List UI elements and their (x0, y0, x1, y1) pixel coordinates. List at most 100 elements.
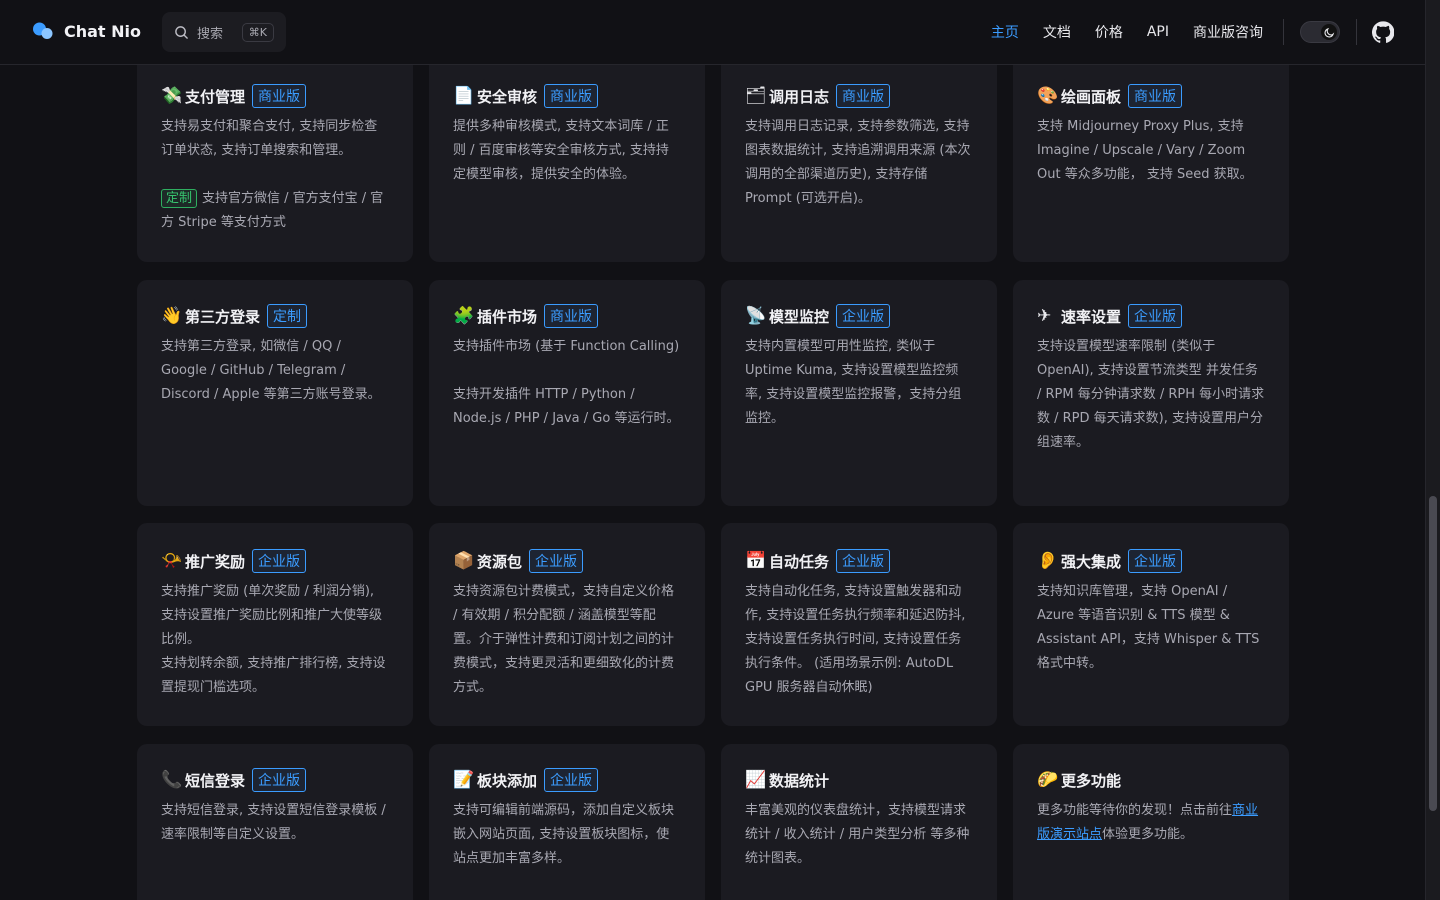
card-text: 支持自动化任务, 支持设置触发器和动作, 支持设置任务执行频率和延迟防抖, 支持… (745, 584, 966, 695)
card-description: 丰富美观的仪表盘统计，支持模型请求统计 / 收入统计 / 用户类型分析 等多种统… (745, 799, 973, 871)
chat-bubbles-icon (33, 22, 53, 39)
card-title: 模型监控 (769, 307, 830, 326)
card-title: 支付管理 (185, 87, 246, 106)
feature-card-moderation: 📄 安全审核 商业版 提供多种审核模式, 支持文本词库 / 正则 / 百度审核等… (429, 54, 705, 262)
theme-toggle[interactable] (1300, 21, 1340, 43)
card-description: 支持可编辑前端源码，添加自定义板块嵌入网站页面, 支持设置板块图标，使站点更加丰… (453, 799, 681, 871)
card-text: 支持调用日志记录, 支持参数筛选, 支持图表数据统计, 支持追溯调用来源 (本次… (745, 119, 971, 206)
search-box[interactable]: 搜索 ⌘K (162, 12, 286, 52)
taco-icon: 🌮 (1037, 770, 1059, 790)
waving-hand-icon: 👋 (161, 306, 183, 326)
ear-icon: 👂 (1037, 551, 1059, 571)
scrollbar-thumb[interactable] (1429, 496, 1437, 811)
edition-badge: 商业版 (1128, 84, 1183, 108)
feature-card-logs: 🗂 调用日志 商业版 支持调用日志记录, 支持参数筛选, 支持图表数据统计, 支… (721, 54, 997, 262)
card-description: 支持自动化任务, 支持设置触发器和动作, 支持设置任务执行频率和延迟防抖, 支持… (745, 580, 973, 700)
card-description: 支持设置模型速率限制 (类似于 OpenAI), 支持设置节流类型 并发任务 /… (1037, 335, 1265, 455)
card-text: 支持设置模型速率限制 (类似于 OpenAI), 支持设置节流类型 并发任务 /… (1037, 339, 1265, 450)
search-placeholder: 搜索 (197, 26, 224, 42)
search-icon (175, 25, 188, 39)
card-title: 自动任务 (769, 552, 830, 571)
card-title: 强大集成 (1061, 552, 1122, 571)
card-title: 资源包 (477, 552, 523, 571)
card-text: 体验更多功能。 (1102, 827, 1194, 842)
feature-card-drawing: 🎨 绘画面板 商业版 支持 Midjourney Proxy Plus, 支持 … (1013, 54, 1289, 262)
card-title: 调用日志 (769, 87, 830, 106)
card-title: 插件市场 (477, 307, 538, 326)
card-title: 第三方登录 (185, 307, 261, 326)
brand-logo[interactable]: Chat Nio (32, 20, 141, 42)
card-title: 速率设置 (1061, 307, 1122, 326)
feature-card-monitoring: 📡 模型监控 企业版 支持内置模型可用性监控, 类似于 Uptime Kuma,… (721, 280, 997, 506)
folder-icon: 🗂 (745, 86, 767, 106)
card-text: 支持资源包计费模式，支持自定义价格 / 有效期 / 积分配额 / 涵盖模型等配置… (453, 584, 675, 695)
card-description: 支持插件市场 (基于 Function Calling) 支持开发插件 HTTP… (453, 335, 681, 431)
card-title: 更多功能 (1061, 771, 1122, 790)
card-text: 支持易支付和聚合支付, 支持同步检查订单状态, 支持订单搜索和管理。 (161, 119, 378, 158)
card-text: 支持第三方登录, 如微信 / QQ / Google / GitHub / Te… (161, 339, 381, 402)
edition-badge: 企业版 (1128, 549, 1183, 573)
card-description: 支持内置模型可用性监控, 类似于 Uptime Kuma, 支持设置模型监控频率… (745, 335, 973, 431)
card-title: 数据统计 (769, 771, 830, 790)
nav-api[interactable]: API (1147, 24, 1169, 40)
edition-badge: 企业版 (544, 768, 599, 792)
search-shortcut: ⌘K (241, 22, 274, 42)
airplane-icon: ✈ (1037, 306, 1052, 326)
edition-badge: 商业版 (544, 84, 599, 108)
document-icon: 📄 (453, 86, 475, 106)
feature-card-third-party-login: 👋 第三方登录 定制 支持第三方登录, 如微信 / QQ / Google / … (137, 280, 413, 506)
nav-enterprise[interactable]: 商业版咨询 (1193, 22, 1263, 42)
edition-badge: 企业版 (836, 549, 891, 573)
card-description: 更多功能等待你的发现！点击前往商业版演示站点体验更多功能。 (1037, 799, 1265, 847)
edition-badge: 定制 (267, 304, 308, 328)
edition-badge: 企业版 (252, 549, 307, 573)
card-text: 支持推广奖励 (单次奖励 / 利润分销), 支持设置推广奖励比例和推广大使等级比… (161, 584, 383, 647)
card-title: 安全审核 (477, 87, 538, 106)
card-title: 短信登录 (185, 771, 246, 790)
puzzle-icon: 🧩 (453, 306, 475, 326)
card-description: 支持资源包计费模式，支持自定义价格 / 有效期 / 积分配额 / 涵盖模型等配置… (453, 580, 681, 700)
card-text: 支持插件市场 (基于 Function Calling) (453, 339, 680, 354)
nav-pricing[interactable]: 价格 (1095, 22, 1123, 42)
card-text: 支持知识库管理，支持 OpenAI / Azure 等语音识别 & TTS 模型… (1037, 584, 1260, 671)
card-description: 支持 Midjourney Proxy Plus, 支持 Imagine / U… (1037, 115, 1265, 187)
card-description: 支持第三方登录, 如微信 / QQ / Google / GitHub / Te… (161, 335, 389, 407)
card-description: 支持易支付和聚合支付, 支持同步检查订单状态, 支持订单搜索和管理。 定制 支持官… (161, 115, 389, 235)
card-description: 支持推广奖励 (单次奖励 / 利润分销), 支持设置推广奖励比例和推广大使等级比… (161, 580, 389, 700)
card-title: 绘画面板 (1061, 87, 1122, 106)
nav-divider (1283, 19, 1284, 45)
edition-badge: 企业版 (836, 304, 891, 328)
package-icon: 📦 (453, 551, 475, 571)
feature-card-integration: 👂 强大集成 企业版 支持知识库管理，支持 OpenAI / Azure 等语音… (1013, 523, 1289, 726)
card-description: 提供多种审核模式, 支持文本词库 / 正则 / 百度审核等安全审核方式, 支持持… (453, 115, 681, 187)
feature-card-statistics: 📈 数据统计 丰富美观的仪表盘统计，支持模型请求统计 / 收入统计 / 用户类型… (721, 744, 997, 900)
feature-card-more: 🌮 更多功能 更多功能等待你的发现！点击前往商业版演示站点体验更多功能。 (1013, 744, 1289, 900)
feature-card-referral: 📯 推广奖励 企业版 支持推广奖励 (单次奖励 / 利润分销), 支持设置推广奖… (137, 523, 413, 726)
satellite-icon: 📡 (745, 306, 767, 326)
card-description: 支持调用日志记录, 支持参数筛选, 支持图表数据统计, 支持追溯调用来源 (本次… (745, 115, 973, 211)
memo-icon: 📝 (453, 770, 475, 790)
nav-docs[interactable]: 文档 (1043, 22, 1071, 42)
github-icon[interactable] (1372, 21, 1394, 43)
card-description: 支持短信登录, 支持设置短信登录模板 / 速率限制等自定义设置。 (161, 799, 389, 847)
feature-card-plugins: 🧩 插件市场 商业版 支持插件市场 (基于 Function Calling) … (429, 280, 705, 506)
card-text: 提供多种审核模式, 支持文本词库 / 正则 / 百度审核等安全审核方式, 支持持… (453, 119, 669, 182)
nav-divider (1356, 19, 1357, 45)
card-title: 板块添加 (477, 771, 538, 790)
card-description: 支持知识库管理，支持 OpenAI / Azure 等语音识别 & TTS 模型… (1037, 580, 1265, 676)
edition-badge: 商业版 (836, 84, 891, 108)
money-wings-icon: 💸 (161, 86, 183, 106)
calendar-icon: 📅 (745, 551, 767, 571)
card-text: 支持内置模型可用性监控, 类似于 Uptime Kuma, 支持设置模型监控频率… (745, 339, 962, 426)
edition-badge: 企业版 (252, 768, 307, 792)
feature-card-resource-pack: 📦 资源包 企业版 支持资源包计费模式，支持自定义价格 / 有效期 / 积分配额… (429, 523, 705, 726)
card-title: 推广奖励 (185, 552, 246, 571)
nav-home[interactable]: 主页 (991, 22, 1019, 42)
card-text: 更多功能等待你的发现！点击前往 (1037, 803, 1233, 818)
edition-badge: 商业版 (252, 84, 307, 108)
card-text: 支持可编辑前端源码，添加自定义板块嵌入网站页面, 支持设置板块图标，使站点更加丰… (453, 803, 675, 866)
nav-links: 主页 文档 价格 API 商业版咨询 (991, 0, 1263, 64)
feature-card-automation: 📅 自动任务 企业版 支持自动化任务, 支持设置触发器和动作, 支持设置任务执行… (721, 523, 997, 726)
card-text: 丰富美观的仪表盘统计，支持模型请求统计 / 收入统计 / 用户类型分析 等多种统… (745, 803, 970, 866)
edition-badge: 企业版 (1128, 304, 1183, 328)
